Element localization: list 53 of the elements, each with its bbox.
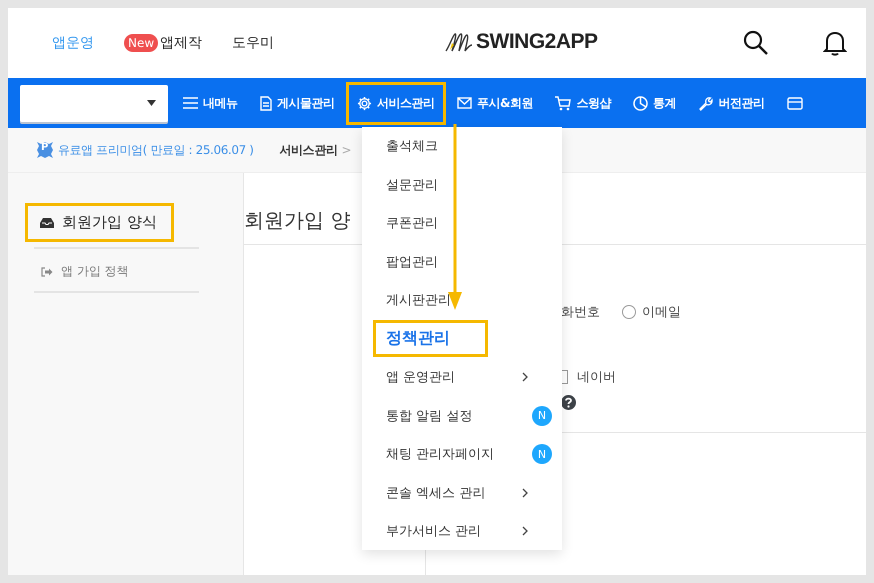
chevron-right-icon [522, 488, 528, 498]
cart-icon [555, 96, 572, 110]
nav-tab[interactable]: 내메뉴 [172, 82, 249, 124]
menu-item[interactable]: 통합 알림 설정 N [362, 396, 562, 435]
top-menu-link[interactable]: New 앱제작 [124, 34, 202, 52]
menu-icon [183, 97, 198, 109]
wrench-icon [698, 96, 714, 110]
menu-item[interactable]: 채팅 관리자페이지 N [362, 435, 562, 474]
card-icon [786, 96, 803, 110]
nav-tab[interactable]: 서비스관리 [346, 82, 446, 124]
radio-button[interactable] [622, 305, 636, 319]
envelope-icon [456, 97, 472, 109]
radio-label: 이메일 [642, 304, 681, 321]
menu-item[interactable]: 설문관리 [362, 166, 562, 204]
page-title: 회원가입 양 [244, 207, 350, 233]
search-icon[interactable] [743, 30, 769, 56]
bell-icon[interactable] [823, 30, 847, 56]
nav-tab[interactable]: 통계 [622, 82, 688, 124]
breadcrumb-separator: > [342, 143, 352, 157]
field-label: 화번호 [561, 304, 600, 321]
breadcrumb-current: 서비스관리 [280, 142, 338, 158]
caret-icon [147, 100, 156, 106]
chevron-right-icon [522, 526, 528, 536]
menu-item[interactable]: 쿠폰관리 [362, 204, 562, 242]
sidebar-item[interactable]: 앱 가입 정책 [34, 259, 243, 286]
settings-icon [356, 96, 372, 110]
help-icon[interactable] [561, 395, 576, 410]
logo-text: SWING2APP [476, 30, 598, 54]
logo-icon [444, 31, 474, 53]
nav-tab[interactable]: 스윙샵 [544, 82, 622, 124]
chevron-right-icon [522, 372, 528, 382]
menu-item[interactable]: 콘솔 엑세스 관리 [362, 474, 562, 512]
new-badge: N [532, 406, 552, 426]
inbox-icon [40, 216, 54, 228]
menu-item[interactable]: 부가서비스 관리 [362, 512, 562, 550]
new-badge: N [532, 444, 552, 464]
menu-item[interactable]: 앱 운영관리 [362, 358, 562, 396]
plan-status-text: 유료앱 프리미엄( 만료일 : 25.06.07 ) [58, 142, 254, 158]
top-menu-link[interactable]: 도우미 [232, 34, 274, 52]
sidebar-item[interactable]: 회원가입 양식 [25, 203, 174, 242]
sign-in-icon [41, 266, 53, 276]
menu-item[interactable]: 팝업관리 [362, 242, 562, 281]
document-icon [260, 96, 272, 110]
premium-badge-letter: P [41, 142, 48, 153]
menu-item[interactable]: 출석체크 [362, 127, 562, 166]
checkbox-label: 네이버 [577, 369, 616, 386]
nav-tab[interactable]: 버전관리 [687, 82, 776, 124]
premium-badge-icon [36, 141, 54, 159]
nav-tab[interactable]: 게시물관리 [248, 82, 346, 124]
pie-chart-icon [633, 96, 648, 110]
menu-item[interactable]: 게시판관리 [362, 281, 562, 320]
new-badge: New [124, 34, 158, 52]
nav-tab[interactable]: 푸시&회원 [446, 82, 544, 124]
